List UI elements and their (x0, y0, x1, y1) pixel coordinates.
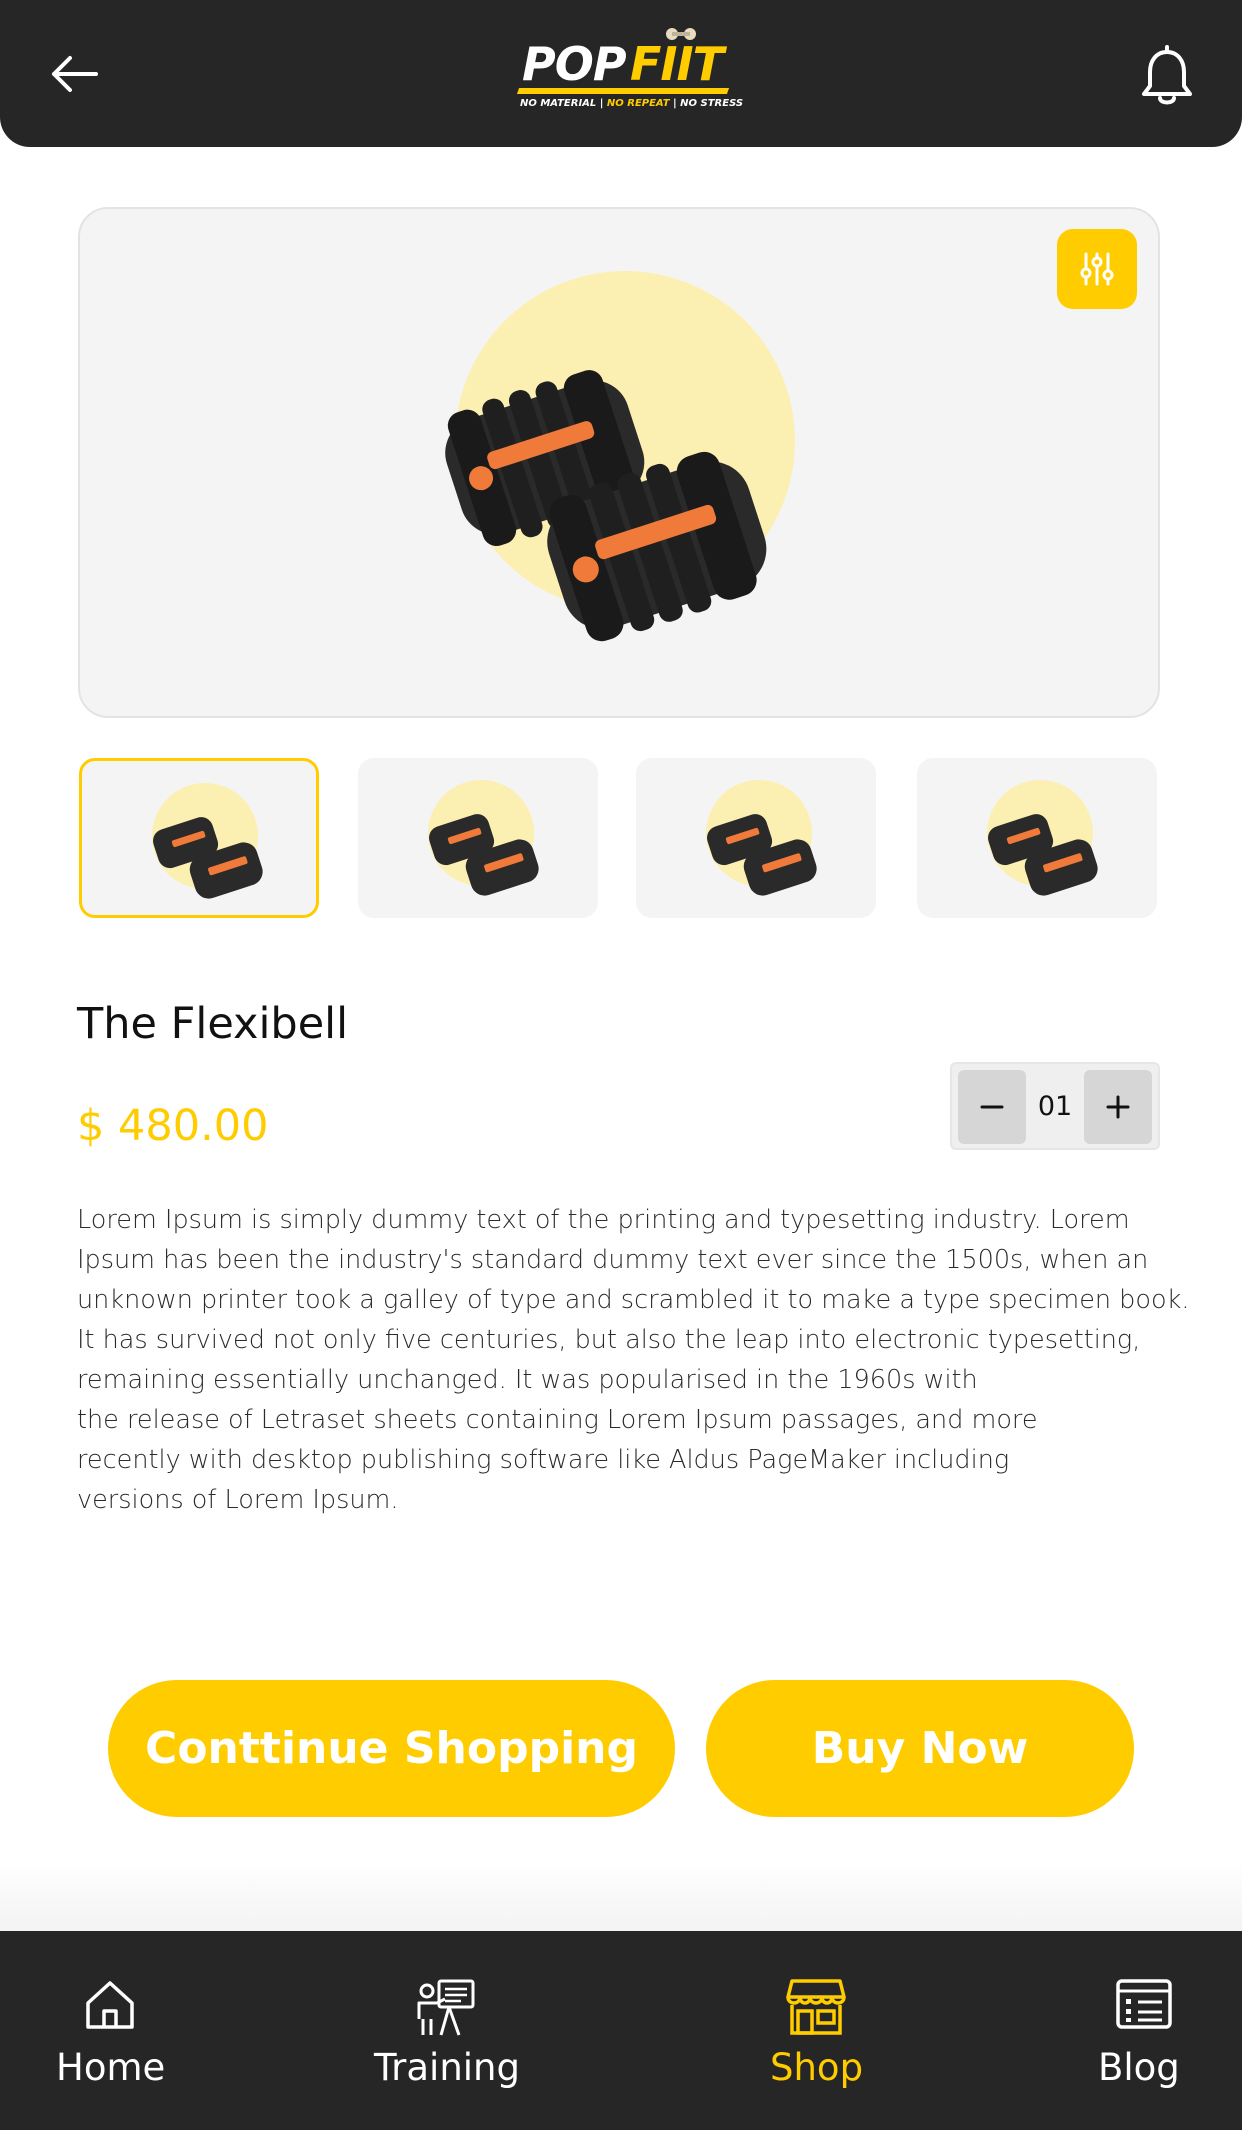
nav-label-home: Home (56, 2046, 166, 2089)
nav-label-training: Training (374, 2046, 520, 2089)
bottom-navigation: Home Training Shop Blog (0, 1931, 1242, 2130)
app-header: POP FIIT NO MATERIAL | NO REPEAT | NO ST… (0, 0, 1242, 147)
description-line: unknown printer took a galley of type an… (77, 1285, 1190, 1315)
description-line: the release of Letraset sheets containin… (77, 1405, 1038, 1435)
description-line: versions of Lorem Ipsum. (77, 1485, 399, 1515)
dumbbell-thumbnail-image (153, 817, 263, 899)
adjustable-dumbbells-image (445, 370, 767, 642)
dumbbell-thumbnail-image (707, 814, 817, 896)
thumbnail-4[interactable] (917, 758, 1157, 918)
product-title: The Flexibell (77, 999, 349, 1049)
bell-icon (1142, 45, 1192, 105)
nav-item-shop[interactable]: Shop (760, 1931, 880, 2130)
product-description: Lorem Ipsum is simply dummy text of the … (77, 1200, 1190, 1520)
nav-label-shop: Shop (770, 2046, 864, 2089)
logo-underline (516, 88, 730, 94)
dumbbell-thumbnail-image (988, 814, 1098, 896)
description-line: remaining essentially unchanged. It was … (77, 1365, 978, 1395)
filter-button[interactable] (1057, 229, 1137, 309)
description-line: recently with desktop publishing softwar… (77, 1445, 1010, 1475)
nav-item-home[interactable]: Home (40, 1931, 180, 2130)
popfiit-logo: POP FIIT NO MATERIAL | NO REPEAT | NO ST… (512, 22, 743, 118)
notifications-button[interactable] (1136, 44, 1198, 110)
logo-tagline: NO MATERIAL | NO REPEAT | NO STRESS (520, 98, 743, 109)
tagline-part-1: NO MATERIAL | (520, 98, 604, 109)
dumbbell-thumbnail-image (429, 814, 539, 896)
arrow-left-icon (52, 56, 98, 92)
shop-icon (786, 1979, 846, 2035)
tagline-part-2: NO REPEAT (606, 98, 670, 109)
thumbnail-2[interactable] (358, 758, 598, 918)
logo-word-fiit: FIIT (630, 37, 724, 91)
back-button[interactable] (44, 46, 106, 102)
nav-item-training[interactable]: Training (370, 1931, 520, 2130)
nav-item-blog[interactable]: Blog (1092, 1931, 1212, 2130)
decrease-quantity-button[interactable] (958, 1070, 1026, 1144)
logo-word-pop: POP (522, 37, 627, 91)
quantity-value: 01 (1037, 1090, 1073, 1122)
description-line: Ipsum has been the industry's standard d… (77, 1245, 1149, 1275)
increase-quantity-button[interactable] (1084, 1070, 1152, 1144)
tagline-part-3: | NO STRESS (673, 98, 744, 109)
product-price: $ 480.00 (77, 1101, 269, 1151)
product-image-main[interactable] (78, 207, 1160, 718)
nav-shadow (0, 1860, 1242, 1932)
continue-shopping-button[interactable]: Conttinue Shopping (108, 1680, 675, 1817)
plus-icon (1106, 1095, 1130, 1119)
nav-label-blog: Blog (1098, 2046, 1180, 2089)
quantity-stepper: 01 (950, 1062, 1160, 1150)
description-line: It has survived not only five centuries,… (77, 1325, 1141, 1355)
home-icon (86, 1981, 134, 2029)
thumbnail-1[interactable] (79, 758, 319, 918)
buy-now-button[interactable]: Buy Now (706, 1680, 1134, 1817)
thumbnail-3[interactable] (636, 758, 876, 918)
minus-icon (980, 1105, 1004, 1109)
sliders-icon (1080, 252, 1114, 286)
blog-icon (1116, 1979, 1172, 2029)
training-icon (417, 1979, 475, 2036)
description-line: Lorem Ipsum is simply dummy text of the … (77, 1205, 1130, 1235)
